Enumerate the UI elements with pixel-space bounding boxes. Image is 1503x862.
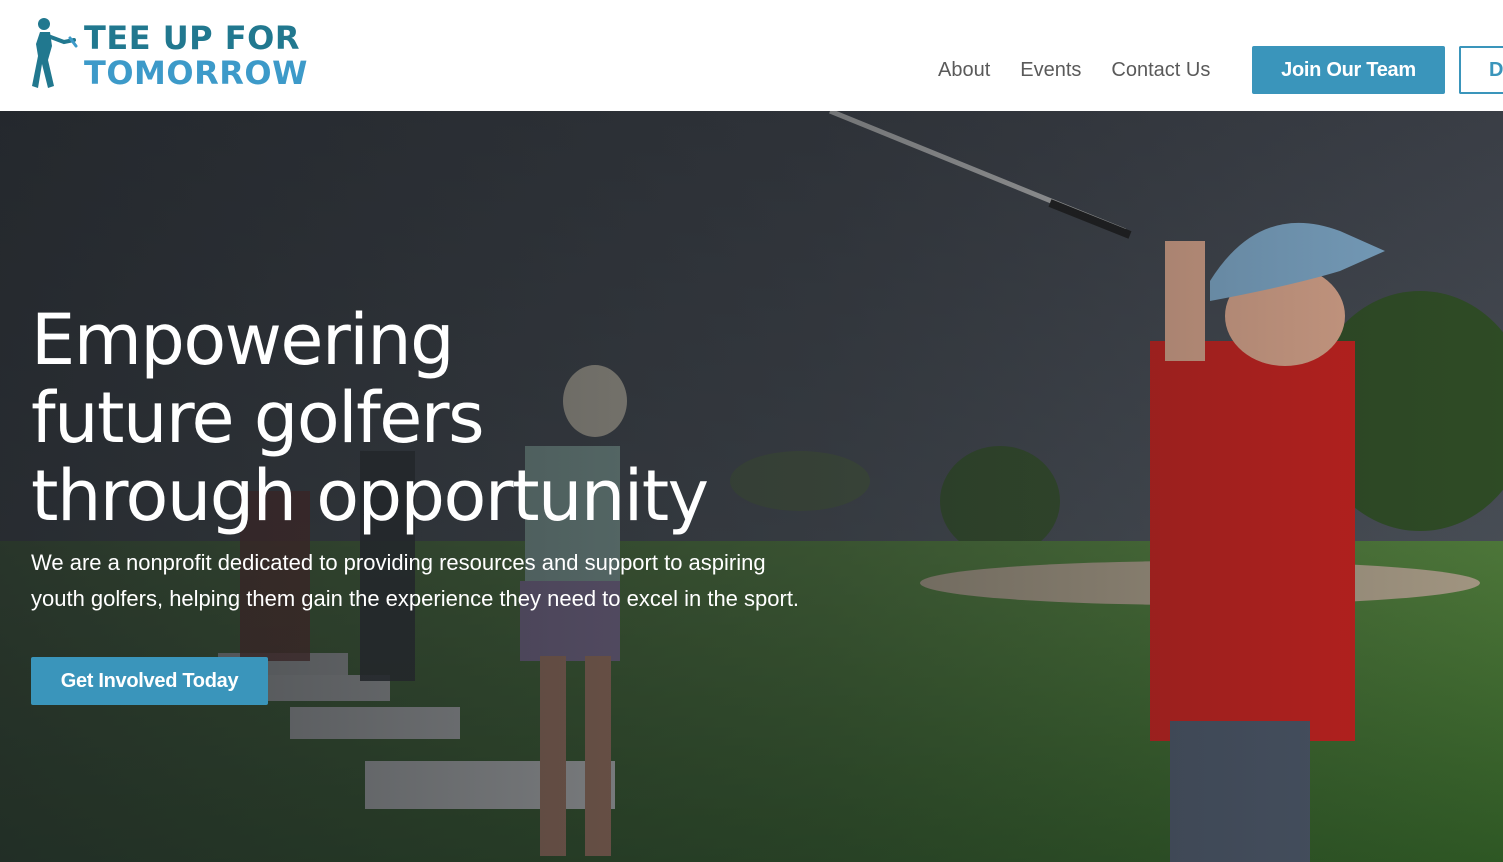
logo-line-2: TOMORROW (84, 54, 308, 92)
hero-content: Empowering future golfers through opport… (31, 301, 821, 705)
golfer-logo-icon (32, 18, 78, 88)
site-header: TEE UP FOR TOMORROW About Events Contact… (0, 0, 1503, 111)
hero-heading-line-3: through opportunity (31, 455, 709, 537)
site-logo[interactable]: TEE UP FOR TOMORROW (30, 16, 308, 92)
logo-line-1: TEE UP FOR (84, 19, 300, 57)
hero-heading-line-1: Empowering (31, 299, 455, 381)
nav-about-link[interactable]: About (938, 59, 990, 82)
get-involved-button[interactable]: Get Involved Today (31, 657, 268, 705)
join-our-team-button[interactable]: Join Our Team (1252, 46, 1445, 94)
main-nav: About Events Contact Us (938, 46, 1240, 94)
hero-heading: Empowering future golfers through opport… (31, 301, 791, 535)
nav-events-link[interactable]: Events (1020, 59, 1081, 82)
hero-heading-line-2: future golfers (31, 377, 485, 459)
donate-button[interactable]: D (1459, 46, 1503, 94)
hero-section: Empowering future golfers through opport… (0, 111, 1503, 862)
hero-description: We are a nonprofit dedicated to providin… (31, 550, 800, 611)
nav-contact-link[interactable]: Contact Us (1111, 59, 1210, 82)
